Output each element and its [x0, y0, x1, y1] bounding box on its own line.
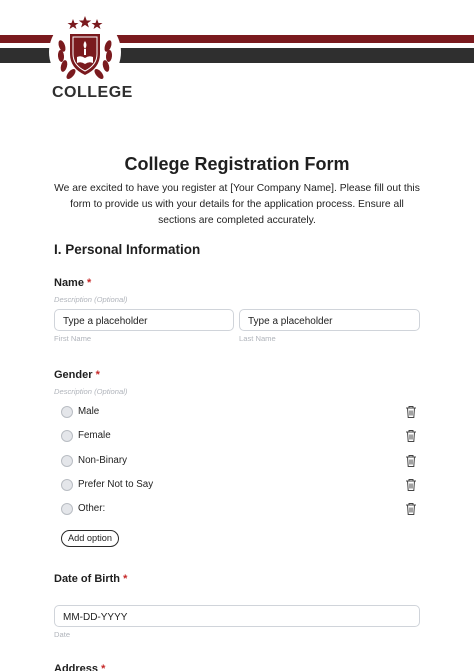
form-title: College Registration Form [124, 154, 350, 174]
address-label: Address * [54, 663, 105, 671]
dob-label: Date of Birth * [54, 573, 127, 585]
dob-label-text: Date of Birth [54, 573, 120, 585]
gender-label: Gender * [54, 369, 100, 381]
radio-button[interactable] [61, 479, 73, 491]
radio-button[interactable] [61, 455, 73, 467]
gender-option-male[interactable]: Male [61, 405, 421, 419]
trash-icon[interactable] [405, 454, 417, 468]
date-of-birth-input[interactable]: MM-DD-YYYY [54, 605, 420, 627]
option-label: Non-Binary [78, 455, 128, 466]
gender-option-other[interactable]: Other: [61, 502, 421, 516]
gender-option-female[interactable]: Female [61, 429, 421, 443]
gender-label-text: Gender [54, 369, 93, 381]
first-name-sublabel: First Name [54, 334, 92, 343]
name-description[interactable]: Description (Optional) [54, 295, 127, 304]
college-logo-text: COLLEGE [52, 84, 133, 101]
radio-button[interactable] [61, 503, 73, 515]
add-option-button[interactable]: Add option [61, 530, 119, 547]
required-asterisk: * [95, 369, 100, 381]
last-name-sublabel: Last Name [239, 334, 276, 343]
gender-description[interactable]: Description (Optional) [54, 387, 127, 396]
dob-sublabel: Date [54, 630, 71, 639]
radio-button[interactable] [61, 406, 73, 418]
option-label: Female [78, 430, 111, 441]
address-label-text: Address [54, 663, 99, 671]
trash-icon[interactable] [405, 502, 417, 516]
trash-icon[interactable] [405, 405, 417, 419]
section-title: I. Personal Information [54, 242, 201, 257]
gender-option-non-binary[interactable]: Non-Binary [61, 454, 421, 468]
trash-icon[interactable] [405, 429, 417, 443]
required-asterisk: * [87, 277, 92, 289]
required-asterisk: * [101, 663, 106, 671]
name-label: Name * [54, 277, 91, 289]
trash-icon[interactable] [405, 478, 417, 492]
form-intro: We are excited to have you register at [… [54, 183, 420, 226]
name-label-text: Name [54, 277, 84, 289]
required-asterisk: * [123, 573, 128, 585]
last-name-input[interactable]: Type a placeholder [239, 309, 420, 331]
radio-button[interactable] [61, 430, 73, 442]
option-label: Male [78, 406, 100, 417]
option-label: Other: [78, 503, 106, 514]
gender-option-prefer-not-to-say[interactable]: Prefer Not to Say [61, 478, 421, 492]
first-name-input[interactable]: Type a placeholder [54, 309, 234, 331]
option-label: Prefer Not to Say [78, 479, 154, 490]
